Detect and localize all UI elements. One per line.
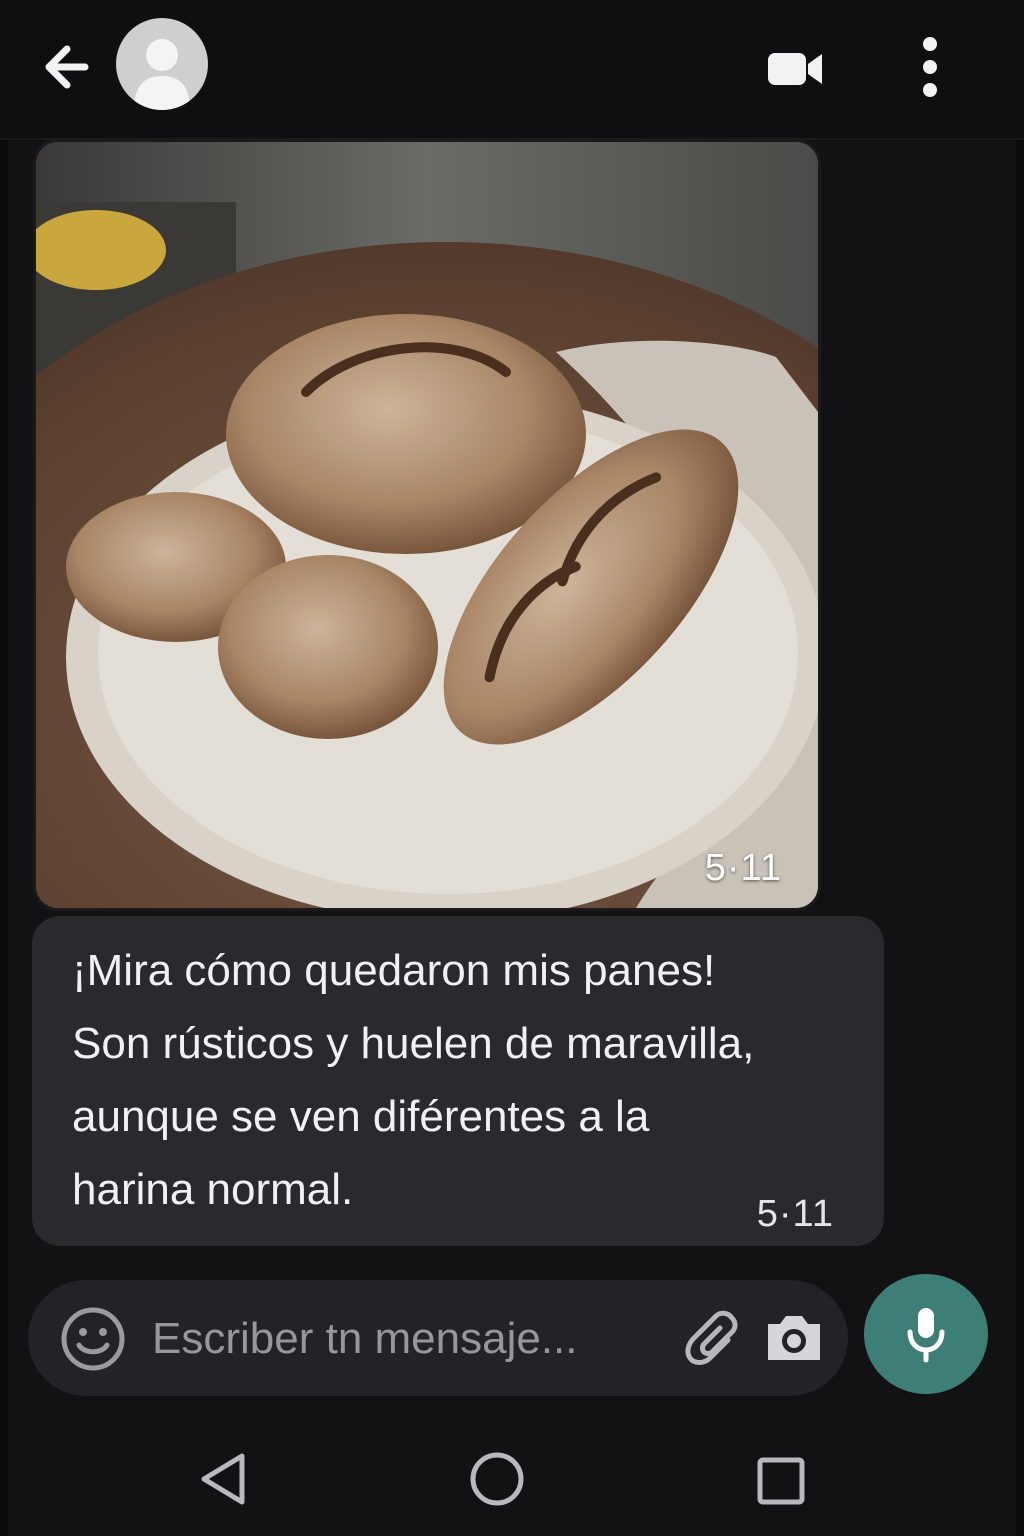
image-message[interactable]: 5·11 <box>36 142 818 908</box>
arrow-left-icon <box>45 45 89 89</box>
message-time: 5·11 <box>756 1193 834 1235</box>
nav-back-button[interactable] <box>196 1450 250 1508</box>
microphone-button[interactable] <box>864 1274 988 1394</box>
nav-home-button[interactable] <box>468 1450 526 1508</box>
avatar[interactable] <box>116 18 208 110</box>
paperclip-icon <box>685 1310 738 1365</box>
camera-button[interactable] <box>764 1310 824 1364</box>
emoji-icon <box>61 1307 125 1371</box>
emoji-button[interactable] <box>60 1306 126 1372</box>
nav-home-icon <box>470 1452 524 1506</box>
system-navigation-bar <box>0 1420 1024 1536</box>
message-composer <box>28 1280 848 1396</box>
more-vertical-icon <box>923 37 937 97</box>
camera-icon <box>768 1316 820 1360</box>
microphone-icon <box>907 1308 945 1363</box>
video-camera-icon <box>768 53 822 85</box>
nav-recents-button[interactable] <box>756 1456 806 1506</box>
bread-photo <box>36 142 818 908</box>
more-options-button[interactable] <box>912 36 948 98</box>
nav-recents-icon <box>757 1457 805 1505</box>
back-button[interactable] <box>38 38 96 96</box>
attach-button[interactable] <box>684 1310 744 1370</box>
text-message[interactable]: ¡Mira cómo quedaron mis panes! Son rústi… <box>32 916 884 1246</box>
video-call-button[interactable] <box>764 46 826 92</box>
message-time: 5·11 <box>704 847 782 889</box>
message-text: ¡Mira cómo quedaron mis panes! Son rústi… <box>72 946 755 1214</box>
chat-header <box>0 0 1024 140</box>
message-input[interactable] <box>152 1308 672 1370</box>
person-icon <box>134 39 190 110</box>
nav-back-icon <box>201 1453 245 1505</box>
